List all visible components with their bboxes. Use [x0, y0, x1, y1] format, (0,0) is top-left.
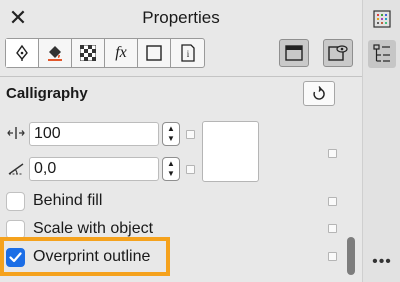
nib-option-box[interactable]: [328, 149, 337, 158]
checkmark-icon: [9, 251, 22, 262]
properties-docker-button[interactable]: [368, 40, 396, 68]
chevron-down-icon[interactable]: ▼: [163, 169, 179, 179]
close-icon[interactable]: ✕: [8, 6, 28, 30]
tab-fill[interactable]: [39, 39, 72, 67]
divider: [0, 76, 362, 77]
docker-rail: •••: [362, 0, 400, 282]
scale-with-object-checkbox[interactable]: [6, 219, 25, 239]
tab-summary[interactable]: i: [171, 39, 204, 67]
panel-title: Properties: [142, 8, 220, 27]
chevron-up-icon[interactable]: ▲: [163, 159, 179, 169]
behind-fill-small-box[interactable]: [328, 197, 337, 206]
angle-stepper[interactable]: ▲ ▼: [162, 157, 180, 181]
svg-text:i: i: [186, 49, 189, 59]
angle-lock-box[interactable]: [186, 165, 195, 174]
square-frame-icon: [146, 45, 162, 61]
tab-frame[interactable]: [138, 39, 171, 67]
behind-fill-option[interactable]: Behind fill: [6, 189, 102, 213]
properties-list-icon: [373, 44, 390, 62]
nib-preview: [202, 121, 259, 182]
chevron-down-icon[interactable]: ▼: [163, 134, 179, 144]
tab-effects[interactable]: fx: [105, 39, 138, 67]
behind-fill-label: Behind fill: [33, 192, 103, 209]
scale-with-object-label: Scale with object: [33, 220, 154, 237]
pen-nib-icon: [16, 44, 28, 61]
stretch-lock-box[interactable]: [186, 130, 195, 139]
preview-mode-button[interactable]: [323, 39, 353, 67]
stretch-field[interactable]: 100: [29, 122, 159, 146]
overprint-outline-checkbox[interactable]: [6, 247, 25, 267]
reset-button[interactable]: [303, 81, 335, 106]
chevron-up-icon[interactable]: ▲: [163, 124, 179, 134]
checkerboard-icon: [80, 45, 96, 61]
scale-with-object-small-box[interactable]: [328, 224, 337, 233]
fill-bucket-icon: [48, 46, 62, 61]
overprint-outline-label: Overprint outline: [33, 248, 151, 265]
fx-icon: fx: [115, 44, 127, 61]
eye-frame-icon: [328, 45, 348, 61]
color-palette-button[interactable]: [368, 5, 396, 33]
info-page-icon: i: [180, 44, 195, 62]
more-icon[interactable]: •••: [363, 253, 400, 271]
title-bar: Properties ✕: [0, 0, 362, 36]
overprint-outline-small-box[interactable]: [328, 252, 337, 261]
properties-panel: Properties ✕ fx i Calligraphy 100 ▲ ▼ 0,…: [0, 0, 362, 282]
property-tabs: fx i: [5, 38, 205, 68]
grid-palette-icon: [373, 10, 391, 28]
section-title-calligraphy: Calligraphy: [6, 85, 88, 102]
reset-icon: [313, 85, 325, 100]
angle-icon: [6, 158, 26, 178]
stretch-stepper[interactable]: ▲ ▼: [162, 122, 180, 146]
stretch-icon: [6, 123, 26, 143]
tab-outline-pen[interactable]: [6, 39, 39, 67]
scrollbar-thumb[interactable]: [347, 237, 355, 275]
angle-field[interactable]: 0,0: [29, 157, 159, 181]
window-icon: [285, 45, 303, 61]
window-mode-button[interactable]: [279, 39, 309, 67]
tab-transparency[interactable]: [72, 39, 105, 67]
behind-fill-checkbox[interactable]: [6, 191, 25, 211]
overprint-outline-option[interactable]: Overprint outline: [6, 245, 150, 269]
